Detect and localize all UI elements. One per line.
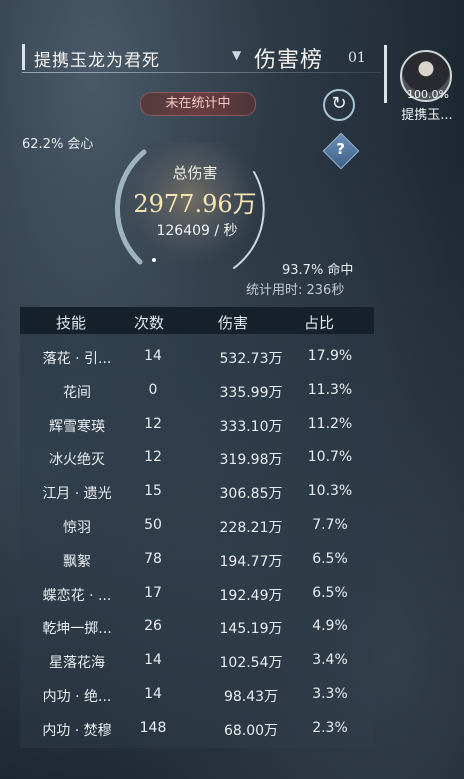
damage-value: 68.00万 [223,722,279,739]
damage-value: 333.10万 [219,418,283,435]
table-row[interactable]: 冰火绝灭 12 319.98万 10.7% [20,442,374,475]
header-underline [22,72,382,73]
cast-count: 78 [144,550,162,567]
damage-share: 7.7% [312,517,348,533]
table-row[interactable]: 内功 · 焚穆 148 68.00万 2.3% [20,713,374,746]
cast-count: 15 [144,483,162,500]
skill-name: 辉雪寒瑛 [49,418,105,435]
header-accent-bar [22,44,25,70]
table-row[interactable]: 星落花海 14 102.54万 3.4% [20,645,374,678]
damage-share: 3.4% [312,652,348,669]
table-row[interactable]: 落花 · 引... 14 532.73万 17.9% [20,341,374,374]
triangle-down-icon[interactable]: ▼ [232,48,246,62]
skill-name: 内功 · 焚穆 [42,722,112,739]
skill-name: 乾坤一掷... [42,621,112,638]
skill-name: 惊羽 [63,520,91,536]
column-header-skill[interactable]: 技能 [56,312,86,333]
damage-value: 306.85万 [219,486,283,503]
damage-value: 228.21万 [219,520,283,536]
skill-name: 飘絮 [63,553,91,570]
question-icon[interactable]: ? [322,132,360,170]
avatar-name[interactable]: 提携玉... [392,104,462,123]
damage-value: 194.77万 [219,553,283,570]
board-title[interactable]: 伤害榜 [254,42,323,74]
avatar-percent: 100.0% [407,88,449,101]
cast-count: 148 [139,719,167,736]
skill-name: 冰火绝灭 [49,452,105,469]
skill-name: 江月 · 遗光 [42,486,112,503]
table-header: 技能 次数 伤害 占比 [20,307,374,334]
damage-share: 6.5% [312,550,348,567]
hit-rate: 93.7% 命中 [282,263,354,278]
table-row[interactable]: 江月 · 遗光 15 306.85万 10.3% [20,476,374,509]
gauge-marker [152,258,156,262]
damage-value: 98.43万 [223,689,279,705]
damage-share: 10.3% [307,483,353,500]
damage-share: 10.7% [307,449,353,466]
skill-name: 花间 [63,384,91,401]
elapsed-time: 统计用时: 236秒 [246,283,345,298]
damage-value: 532.73万 [219,351,283,367]
damage-value: 192.49万 [219,587,283,604]
damage-value: 102.54万 [219,655,283,672]
panel-divider [384,45,387,103]
cast-count: 14 [144,686,162,702]
total-damage-value: 2977.96万 [133,190,257,218]
dps-value: 126409 / 秒 [156,223,238,239]
page-number: 01 [348,50,366,66]
cast-count: 12 [144,449,162,466]
crit-rate: 62.2% 会心 [22,137,94,152]
cast-count: 12 [144,415,162,432]
refresh-icon[interactable]: ↻ [323,89,355,121]
skill-name: 内功 · 绝... [42,689,112,705]
damage-share: 6.5% [312,584,348,601]
header: 提携玉龙为君死 ▼ 伤害榜 01 [22,42,382,74]
table-row[interactable]: 飘絮 78 194.77万 6.5% [20,544,374,577]
player-selector[interactable]: 提携玉龙为君死 [34,46,160,71]
status-badge: 未在统计中 [140,92,256,116]
column-header-share[interactable]: 占比 [304,312,334,333]
cast-count: 0 [148,381,158,398]
cast-count: 14 [144,348,162,364]
table-row[interactable]: 蝶恋花 · ... 17 192.49万 6.5% [20,578,374,611]
cast-count: 17 [144,584,162,601]
damage-share: 3.3% [312,686,348,702]
cast-count: 26 [144,618,162,635]
damage-share: 2.3% [312,719,348,736]
damage-share: 17.9% [307,348,353,364]
skill-name: 星落花海 [49,655,105,672]
column-header-count[interactable]: 次数 [134,312,164,333]
total-damage-label: 总伤害 [172,164,218,182]
table-row[interactable]: 乾坤一掷... 26 145.19万 4.9% [20,611,374,644]
damage-value: 335.99万 [219,384,283,401]
damage-share: 11.2% [307,415,353,432]
damage-share: 4.9% [312,618,348,635]
cast-count: 14 [144,652,162,669]
table-row[interactable]: 内功 · 绝... 14 98.43万 3.3% [20,679,374,712]
skill-name: 落花 · 引... [42,351,112,367]
table-row[interactable]: 惊羽 50 228.21万 7.7% [20,510,374,543]
skill-name: 蝶恋花 · ... [42,587,112,604]
damage-value: 319.98万 [219,452,283,469]
cast-count: 50 [144,517,162,533]
table-row[interactable]: 辉雪寒瑛 12 333.10万 11.2% [20,409,374,442]
column-header-damage[interactable]: 伤害 [218,312,248,333]
damage-value: 145.19万 [219,621,283,638]
skill-damage-table: 技能 次数 伤害 占比 落花 · 引... 14 532.73万 17.9% 花间 0 33… [20,307,374,748]
damage-share: 11.3% [307,381,353,398]
table-row[interactable]: 花间 0 335.99万 11.3% [20,375,374,408]
